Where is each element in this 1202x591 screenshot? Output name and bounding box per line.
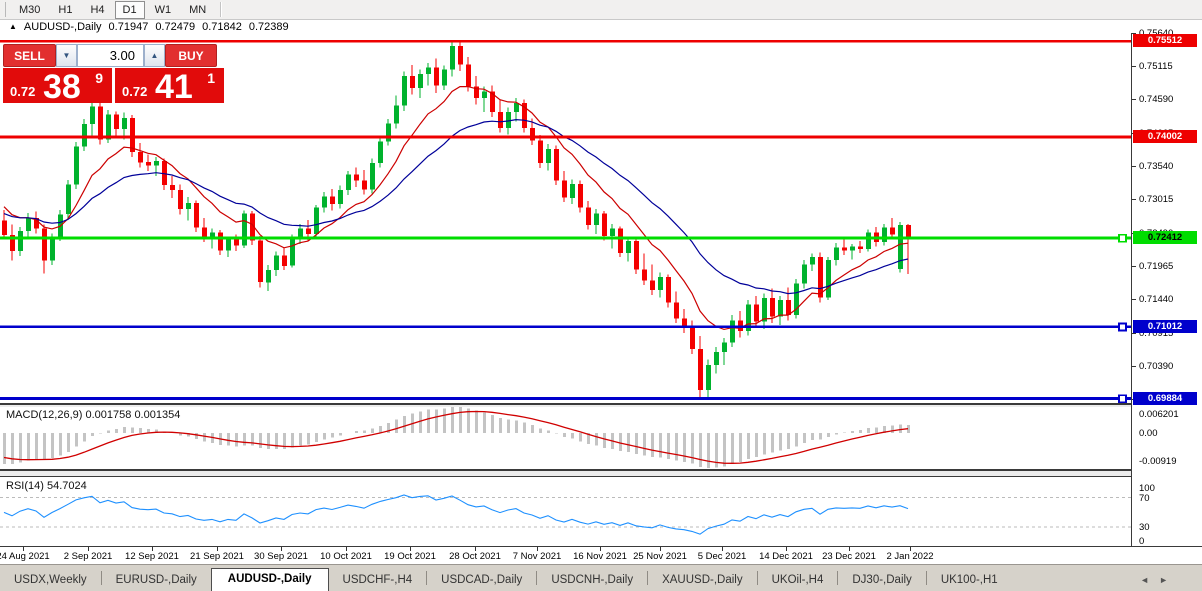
macd-signal-value: 0.001354 bbox=[134, 409, 180, 421]
buy-price-prefix: 0.72 bbox=[122, 84, 147, 99]
timeframe-button-d1[interactable]: D1 bbox=[115, 1, 145, 19]
price-tick-label: 0.71965 bbox=[1139, 261, 1173, 272]
timeframe-button-h4[interactable]: H4 bbox=[82, 1, 112, 19]
chart-tab-eurusd-daily[interactable]: EURUSD-,Daily bbox=[102, 570, 211, 591]
timeframe-toolbar: M30H1H4D1W1MN bbox=[0, 0, 1202, 20]
ohlc-open: 0.71947 bbox=[109, 21, 149, 33]
price-tick-mark bbox=[1132, 366, 1136, 367]
date-label: 24 Aug 2021 bbox=[0, 551, 50, 562]
chart-tab-usdchf-h4[interactable]: USDCHF-,H4 bbox=[329, 570, 427, 591]
date-label: 7 Nov 2021 bbox=[513, 551, 562, 562]
date-label: 2 Sep 2021 bbox=[64, 551, 113, 562]
rsi-axis-label: 0 bbox=[1139, 536, 1144, 547]
price-tick-mark bbox=[1132, 166, 1136, 167]
chart-tab-usdcad-daily[interactable]: USDCAD-,Daily bbox=[427, 570, 536, 591]
chart-tab-usdcnh-daily[interactable]: USDCNH-,Daily bbox=[537, 570, 647, 591]
chart-tab-xauusd-daily[interactable]: XAUUSD-,Daily bbox=[648, 570, 757, 591]
date-label: 2 Jan 2022 bbox=[886, 551, 933, 562]
horizontal-line-0.74002 bbox=[0, 136, 1131, 139]
price-line-label-0.74002[interactable]: 0.74002 bbox=[1133, 130, 1197, 143]
price-line-label-0.69884[interactable]: 0.69884 bbox=[1133, 392, 1197, 405]
date-axis[interactable]: 24 Aug 2021 2 Sep 2021 12 Sep 2021 21 Sep 2… bbox=[0, 547, 1202, 564]
date-label: 5 Dec 2021 bbox=[698, 551, 747, 562]
rsi-value: 54.7024 bbox=[47, 480, 87, 492]
rsi-indicator-panel[interactable] bbox=[0, 477, 1131, 546]
macd-axis-label: -0.00919 bbox=[1139, 456, 1177, 467]
date-label: 10 Oct 2021 bbox=[320, 551, 372, 562]
timeframe-button-h1[interactable]: H1 bbox=[50, 1, 80, 19]
chart-symbol-title: AUDUSD-,Daily bbox=[24, 21, 102, 33]
price-tick-label: 0.75115 bbox=[1139, 61, 1173, 72]
sell-price-display[interactable]: 0.72 38 9 bbox=[3, 68, 112, 103]
date-label: 12 Sep 2021 bbox=[125, 551, 179, 562]
mt4-window: { "toolbar":{"timeframes":["M30","H1","H… bbox=[0, 0, 1202, 590]
macd-value: 0.001758 bbox=[85, 409, 131, 421]
price-line-label-0.71012[interactable]: 0.71012 bbox=[1133, 320, 1197, 333]
ohlc-low: 0.71842 bbox=[202, 21, 242, 33]
one-click-trading-widget: SELL ▼ 3.00 ▲ BUY 0.72 38 9 0.72 41 1 bbox=[3, 44, 225, 103]
toolbar-clipped-button[interactable] bbox=[0, 2, 6, 17]
buy-price-display[interactable]: 0.72 41 1 bbox=[115, 68, 224, 103]
price-tick-mark bbox=[1132, 299, 1136, 300]
price-tick-mark bbox=[1132, 99, 1136, 100]
price-tick-label: 0.71440 bbox=[1139, 294, 1173, 305]
date-label: 16 Nov 2021 bbox=[573, 551, 627, 562]
rsi-caption: RSI(14) 54.7024 bbox=[6, 480, 87, 492]
horizontal-line-0.75512 bbox=[0, 40, 1131, 43]
tabs-scroll-right-icon[interactable]: ► bbox=[1159, 575, 1168, 585]
sell-button[interactable]: SELL bbox=[3, 44, 56, 67]
date-label: 25 Nov 2021 bbox=[633, 551, 687, 562]
price-tick-mark bbox=[1132, 333, 1136, 334]
chart-header: ▲ AUDUSD-,Daily 0.71947 0.72479 0.71842 … bbox=[0, 20, 1202, 33]
horizontal-line-0.69884 bbox=[0, 397, 1131, 400]
price-tick-label: 0.70390 bbox=[1139, 361, 1173, 372]
sell-price-pip-digit: 9 bbox=[95, 70, 103, 86]
timeframe-button-w1[interactable]: W1 bbox=[147, 1, 180, 19]
toolbar-separator bbox=[220, 2, 222, 17]
tabs-scroll-left-icon[interactable]: ◄ bbox=[1140, 575, 1149, 585]
chart-tab-bar: USDX,WeeklyEURUSD-,DailyAUDUSD-,DailyUSD… bbox=[0, 564, 1202, 591]
price-line-label-0.72412[interactable]: 0.72412 bbox=[1133, 231, 1197, 244]
date-label: 28 Oct 2021 bbox=[449, 551, 501, 562]
volume-input[interactable]: 3.00 bbox=[77, 44, 144, 67]
sell-price-big-digits: 38 bbox=[43, 70, 81, 104]
buy-button[interactable]: BUY bbox=[165, 44, 217, 67]
rsi-axis-label: 70 bbox=[1139, 493, 1150, 504]
ohlc-high: 0.72479 bbox=[155, 21, 195, 33]
price-tick-mark bbox=[1132, 266, 1136, 267]
chart-tab-dj30-daily[interactable]: DJ30-,Daily bbox=[838, 570, 925, 591]
chart-tab-ukoil-h4[interactable]: UKOil-,H4 bbox=[758, 570, 838, 591]
price-axis[interactable]: 0.756400.751150.745900.740650.735400.730… bbox=[1131, 33, 1202, 546]
chart-tab-uk100-h1[interactable]: UK100-,H1 bbox=[927, 570, 1012, 591]
ohlc-close: 0.72389 bbox=[249, 21, 289, 33]
timeframe-button-m30[interactable]: M30 bbox=[11, 1, 48, 19]
chart-tab-audusd-daily[interactable]: AUDUSD-,Daily bbox=[211, 568, 329, 591]
chart-tab-usdx-weekly[interactable]: USDX,Weekly bbox=[0, 570, 101, 591]
price-tick-label: 0.73015 bbox=[1139, 194, 1173, 205]
rsi-axis-label: 30 bbox=[1139, 522, 1150, 533]
price-tick-label: 0.74590 bbox=[1139, 94, 1173, 105]
date-label: 21 Sep 2021 bbox=[190, 551, 244, 562]
sell-price-prefix: 0.72 bbox=[10, 84, 35, 99]
buy-price-big-digits: 41 bbox=[155, 70, 193, 104]
panel-divider[interactable] bbox=[0, 469, 1202, 477]
date-label: 30 Sep 2021 bbox=[254, 551, 308, 562]
macd-axis-label: 0.00 bbox=[1139, 428, 1158, 439]
price-tick-label: 0.73540 bbox=[1139, 161, 1173, 172]
price-tick-mark bbox=[1132, 66, 1136, 67]
horizontal-line-0.72412 bbox=[0, 237, 1131, 240]
date-label: 14 Dec 2021 bbox=[759, 551, 813, 562]
volume-increase-button[interactable]: ▲ bbox=[144, 44, 165, 67]
date-label: 23 Dec 2021 bbox=[822, 551, 876, 562]
timeframe-button-mn[interactable]: MN bbox=[181, 1, 214, 19]
price-tick-mark bbox=[1132, 199, 1136, 200]
macd-axis-label: 0.006201 bbox=[1139, 409, 1179, 420]
price-line-label-0.75512[interactable]: 0.75512 bbox=[1133, 34, 1197, 47]
buy-price-pip-digit: 1 bbox=[207, 70, 215, 86]
date-label: 19 Oct 2021 bbox=[384, 551, 436, 562]
volume-decrease-button[interactable]: ▼ bbox=[56, 44, 77, 67]
macd-caption: MACD(12,26,9) 0.001758 0.001354 bbox=[6, 409, 180, 421]
collapse-trade-panel-icon[interactable]: ▲ bbox=[9, 22, 17, 31]
horizontal-line-0.71012 bbox=[0, 326, 1131, 329]
